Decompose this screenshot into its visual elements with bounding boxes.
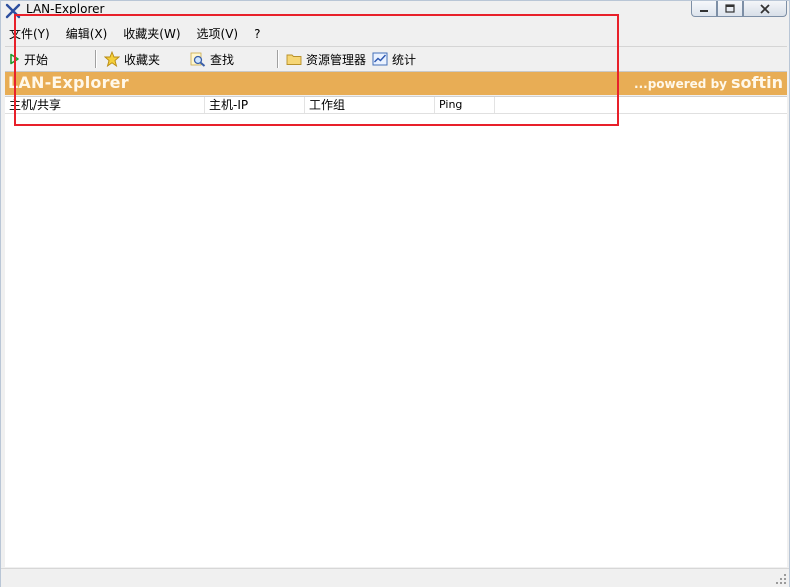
magnifier-icon xyxy=(190,52,206,67)
column-header-workgroup[interactable]: 工作组 xyxy=(305,97,435,113)
menu-file[interactable]: 文件(Y) xyxy=(5,24,56,44)
minimize-button[interactable] xyxy=(691,1,717,17)
close-icon xyxy=(760,3,770,14)
find-button[interactable]: 查找 xyxy=(187,48,273,70)
chart-icon xyxy=(372,52,388,66)
column-header-host-ip[interactable]: 主机-IP xyxy=(205,97,305,113)
toolbar-separator xyxy=(95,50,97,68)
toolbar: 开始 收藏夹 查找 资源管理器 统计 xyxy=(5,46,787,72)
folder-icon xyxy=(286,54,302,65)
menu-favorites[interactable]: 收藏夹(W) xyxy=(117,24,186,44)
title-bar[interactable]: LAN-Explorer xyxy=(1,1,789,19)
host-list[interactable]: 主机/共享 主机-IP 工作组 Ping xyxy=(5,96,787,567)
maximize-button[interactable] xyxy=(717,1,743,17)
explorer-label: 资源管理器 xyxy=(306,52,367,67)
play-icon xyxy=(10,53,19,65)
start-label: 开始 xyxy=(24,52,49,67)
close-button[interactable] xyxy=(743,1,787,17)
find-label: 查找 xyxy=(210,52,235,67)
minimize-icon xyxy=(700,9,708,12)
favorites-label: 收藏夹 xyxy=(124,52,161,67)
explorer-button[interactable]: 资源管理器 xyxy=(283,48,369,70)
stats-label: 统计 xyxy=(392,52,417,67)
toolbar-separator xyxy=(277,50,279,68)
powered-by-text: ...powered by xyxy=(634,77,727,91)
list-header: 主机/共享 主机-IP 工作组 Ping xyxy=(5,97,787,114)
menu-options[interactable]: 选项(V) xyxy=(191,24,245,44)
start-button[interactable]: 开始 xyxy=(5,48,91,70)
status-bar xyxy=(1,568,789,587)
resize-grip-icon[interactable] xyxy=(775,573,787,585)
menu-edit[interactable]: 编辑(X) xyxy=(60,24,114,44)
column-header-host-share[interactable]: 主机/共享 xyxy=(5,97,205,113)
caption-buttons xyxy=(691,1,787,17)
brand-name: softin xyxy=(731,73,783,92)
stats-button[interactable]: 统计 xyxy=(369,48,419,70)
favorites-button[interactable]: 收藏夹 xyxy=(101,48,187,70)
app-banner: LAN-Explorer ...powered by softin xyxy=(5,72,787,95)
maximize-icon xyxy=(725,4,735,13)
column-header-ping[interactable]: Ping xyxy=(435,97,495,113)
menu-help[interactable]: ? xyxy=(248,24,266,44)
app-x-icon xyxy=(5,3,21,19)
menu-bar: 文件(Y) 编辑(X) 收藏夹(W) 选项(V) ? xyxy=(5,24,787,44)
app-window: LAN-Explorer 文件(Y) 编辑(X) 收藏夹(W) 选项(V) ? … xyxy=(0,0,790,587)
banner-title: LAN-Explorer xyxy=(8,73,129,92)
window-title: LAN-Explorer xyxy=(26,2,105,16)
star-icon xyxy=(104,51,120,67)
powered-by: ...powered by softin xyxy=(634,73,783,92)
